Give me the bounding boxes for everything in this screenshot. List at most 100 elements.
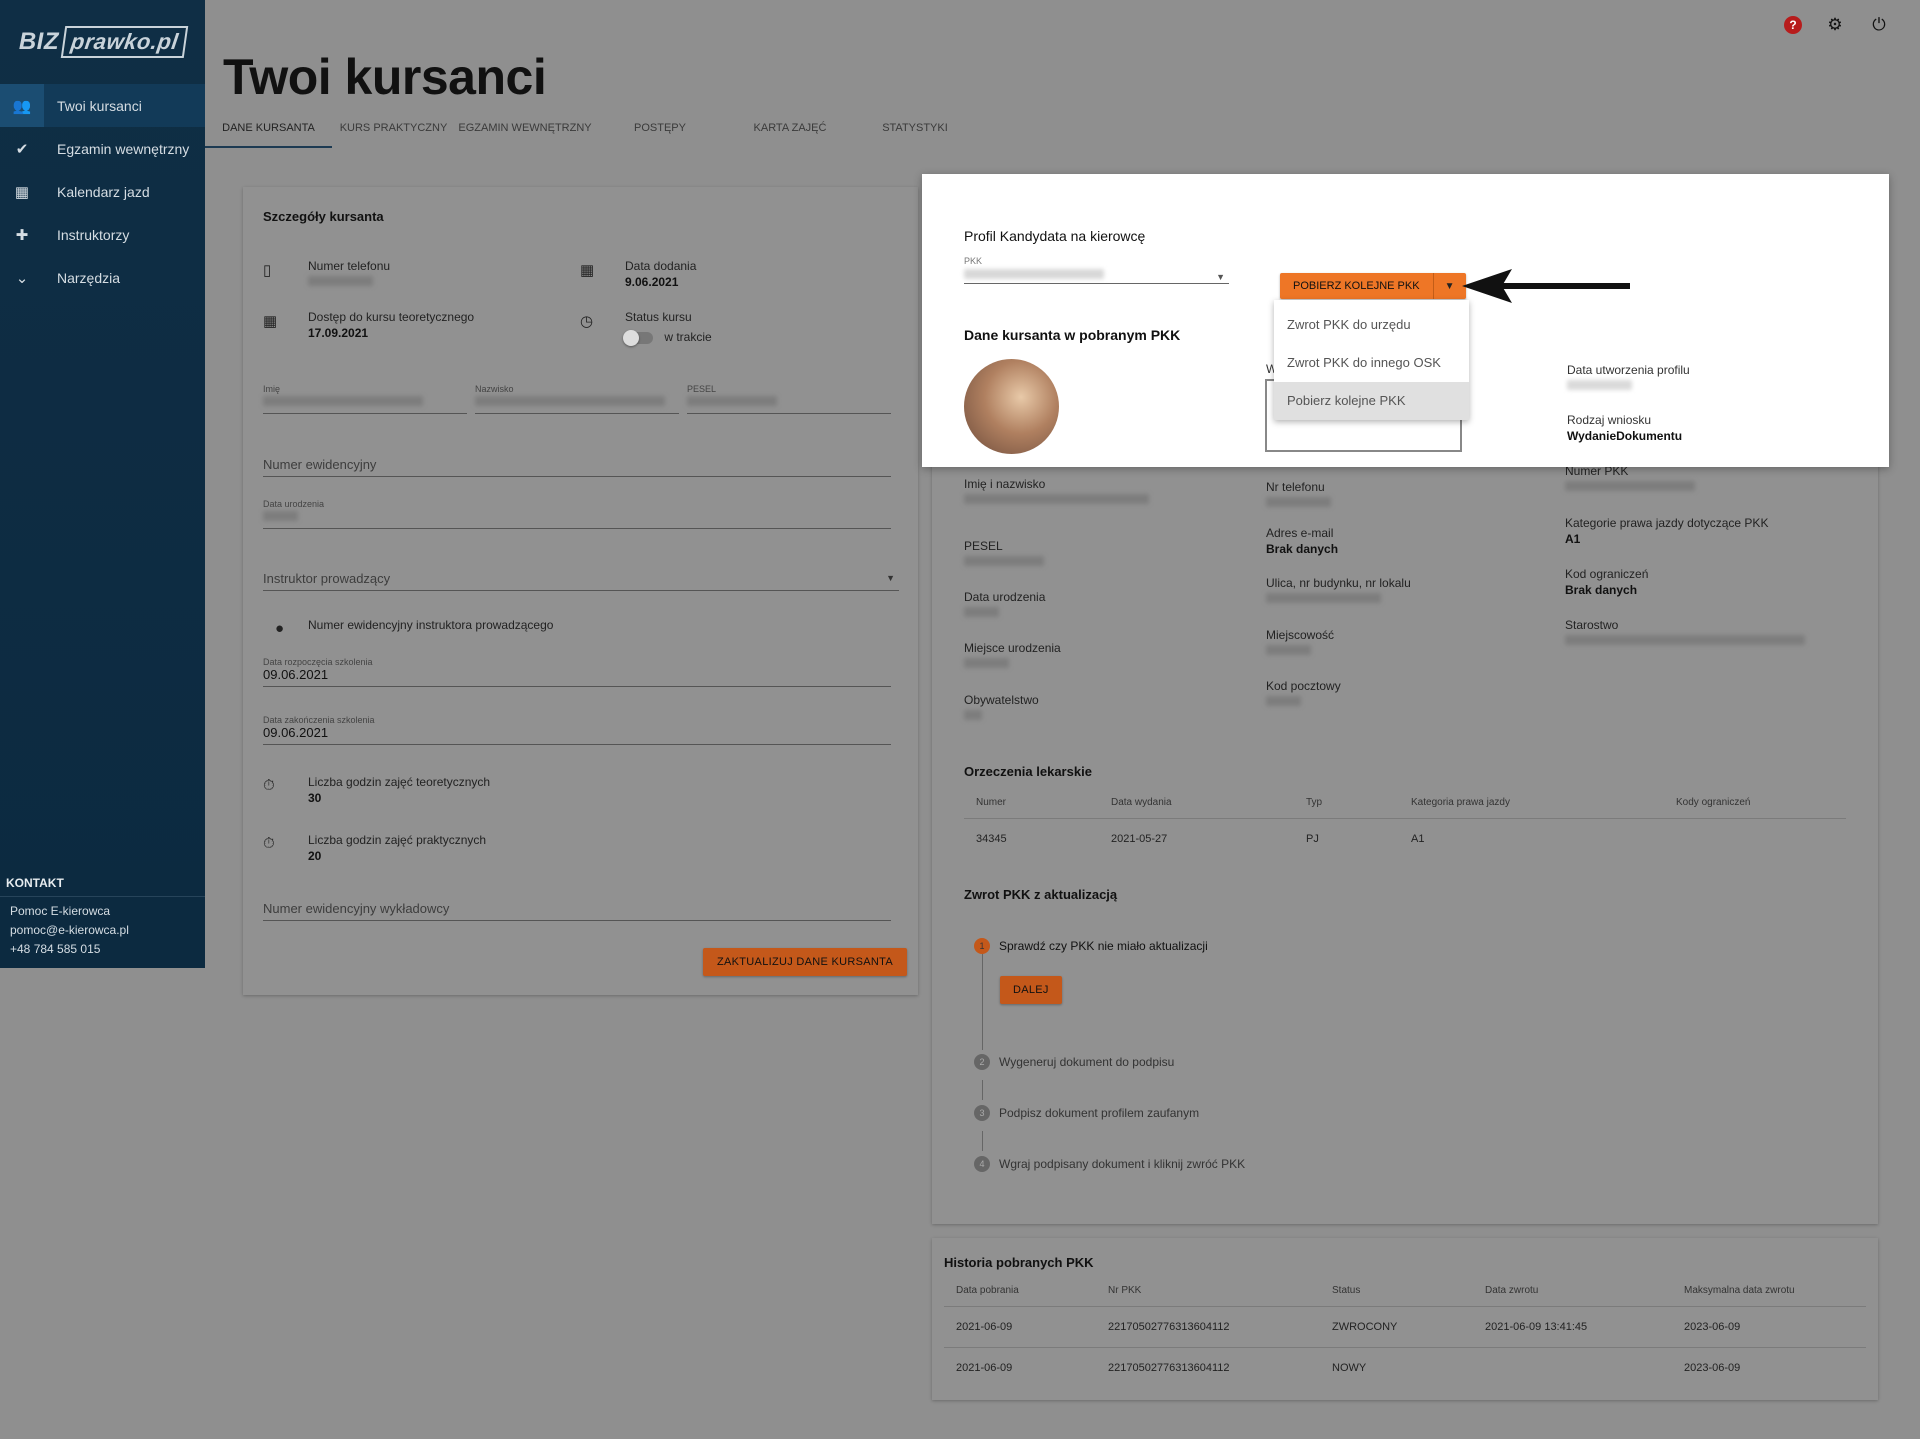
avatar xyxy=(964,359,1059,454)
step-label: Wgraj podpisany dokument i kliknij zwróć… xyxy=(999,1157,1246,1171)
dob-field[interactable]: Data urodzenia xyxy=(263,499,891,529)
menu-item-zwrot-do-urzedu[interactable]: Zwrot PKK do urzędu xyxy=(1274,306,1469,344)
instructor-nr-label: Numer ewidencyjny instruktora prowadzące… xyxy=(308,618,554,632)
history-col-header: Nr PKK xyxy=(1108,1285,1142,1296)
pkk-restriction-info: Kod ograniczeń Brak danych xyxy=(1565,567,1648,597)
sidebar-item-kalendarz[interactable]: ▦ Kalendarz jazd xyxy=(0,170,205,213)
sidebar-item-egzamin[interactable]: ✔ Egzamin wewnętrzny xyxy=(0,127,205,170)
instructor-nr-info: ● Numer ewidencyjny instruktora prowadzą… xyxy=(275,618,554,637)
theory-access-label: Dostęp do kursu teoretycznego xyxy=(308,310,475,324)
table-cell: 2021-06-09 13:41:45 xyxy=(1473,1306,1672,1348)
sidebar-item-label: Egzamin wewnętrzny xyxy=(57,140,190,157)
pkk-street-info: Ulica, nr budynku, nr lokalu xyxy=(1266,576,1411,606)
table-cell: NOWY xyxy=(1320,1347,1473,1388)
sidebar-item-twoi-kursanci[interactable]: 👥 Twoi kursanci xyxy=(0,84,205,127)
pkk-select[interactable]: PKK ▼ xyxy=(964,256,1229,284)
lecturer-nr-field[interactable]: Numer ewidencyjny wykładowcy xyxy=(263,901,891,921)
tabs: DANE KURSANTA KURS PRAKTYCZNY EGZAMIN WE… xyxy=(205,118,975,148)
top-toolbar: ? ⚙ ⏻ xyxy=(1784,14,1890,36)
first-name-label: Imię xyxy=(263,384,281,394)
sidebar-item-narzedzia[interactable]: ⌄ Narzędzia xyxy=(0,256,205,299)
history-col-header: Data pobrania xyxy=(956,1285,1019,1296)
person-check-icon: ✔ xyxy=(15,140,29,158)
table-cell xyxy=(1473,1347,1672,1388)
pkk-dob-label: Data urodzenia xyxy=(964,590,1046,604)
pobierz-kolejne-pkk-button[interactable]: POBIERZ KOLEJNE PKK xyxy=(1280,273,1434,299)
status-toggle[interactable] xyxy=(623,329,653,346)
request-type-value: WydanieDokumentu xyxy=(1567,429,1683,443)
tab-dane-kursanta[interactable]: DANE KURSANTA xyxy=(205,118,332,148)
tab-statystyki[interactable]: STATYSTYKI xyxy=(855,118,975,148)
update-student-button[interactable]: ZAKTUALIZUJ DANE KURSANTA xyxy=(703,948,907,976)
pkk-name-blurred xyxy=(964,494,1149,504)
tab-karta-zajec[interactable]: KARTA ZAJĘĆ xyxy=(725,118,855,148)
request-type-info: Rodzaj wniosku WydanieDokumentu xyxy=(1567,413,1682,443)
pkk-street-blurred xyxy=(1266,593,1381,603)
pkk-data-title: Dane kursanta w pobranym PKK xyxy=(964,327,1181,343)
table-cell: 2023-06-09 xyxy=(1672,1347,1866,1388)
table-row[interactable]: 2021-06-09 22170502776313604112 ZWROCONY… xyxy=(944,1306,1866,1348)
instructor-select[interactable]: Instruktor prowadzący ▼ xyxy=(263,571,899,591)
tab-egzamin[interactable]: EGZAMIN WEWNĘTRZNY xyxy=(455,118,595,148)
gear-icon[interactable]: ⚙ xyxy=(1824,14,1846,36)
history-card: Historia pobranych PKK Data pobrania Nr … xyxy=(932,1238,1878,1400)
student-details-card: Szczegóły kursanta ▯ Numer telefonu ▦ Da… xyxy=(243,187,918,995)
table-cell: 2021-06-09 xyxy=(944,1306,1096,1348)
logo[interactable]: BIZ prawko.pl xyxy=(0,0,205,84)
menu-item-zwrot-do-osk[interactable]: Zwrot PKK do innego OSK xyxy=(1274,344,1469,382)
stepper-line xyxy=(982,1131,983,1151)
pesel-field[interactable]: PESEL xyxy=(687,384,891,414)
stepper-line xyxy=(982,954,983,1050)
pkk-name-label: Imię i nazwisko xyxy=(964,477,1046,491)
kontakt-line: Pomoc E-kierowca xyxy=(10,904,111,918)
kontakt-email[interactable]: pomoc@e-kierowca.pl xyxy=(10,921,129,940)
pkk-pesel-blurred xyxy=(964,556,1044,566)
kontakt-info: Pomoc E-kierowca pomoc@e-kierowca.pl +48… xyxy=(10,902,129,959)
logo-right: prawko.pl xyxy=(60,26,189,58)
practice-hours-info: ⏱ Liczba godzin zajęć praktycznych 20 xyxy=(263,833,486,863)
stepper-line xyxy=(982,1080,983,1100)
sidebar-item-label: Narzędzia xyxy=(57,269,121,286)
first-name-field[interactable]: Imię xyxy=(263,384,467,414)
pkk-phone-label: Nr telefonu xyxy=(1266,480,1325,494)
nr-ewidencyjny-placeholder: Numer ewidencyjny xyxy=(263,457,377,472)
start-date-field[interactable]: Data rozpoczęcia szkolenia 09.06.2021 xyxy=(263,657,891,687)
table-row[interactable]: 2021-06-09 22170502776313604112 NOWY 202… xyxy=(944,1347,1866,1388)
next-button[interactable]: DALEJ xyxy=(1000,976,1062,1004)
last-name-field[interactable]: Nazwisko xyxy=(475,384,679,414)
pkk-birthplace-info: Miejsce urodzenia xyxy=(964,641,1061,671)
table-cell: 22170502776313604112 xyxy=(1096,1306,1320,1348)
calendar-icon: ▦ xyxy=(263,313,278,330)
menu-item-pobierz-kolejne[interactable]: Pobierz kolejne PKK xyxy=(1274,382,1469,420)
pkk-citizenship-blurred xyxy=(964,710,982,720)
table-cell: 2021-06-09 xyxy=(944,1347,1096,1388)
help-icon[interactable]: ? xyxy=(1784,16,1802,34)
end-date-field[interactable]: Data zakończenia szkolenia 09.06.2021 xyxy=(263,715,891,745)
pkk-pesel-info: PESEL xyxy=(964,539,1044,569)
sidebar-item-instruktorzy[interactable]: ✚ Instruktorzy xyxy=(0,213,205,256)
calendar-icon: ▦ xyxy=(14,183,30,201)
nr-ewidencyjny-field[interactable]: Numer ewidencyjny xyxy=(263,457,891,477)
pkk-city-info: Miejscowość xyxy=(1266,628,1334,658)
pesel-label: PESEL xyxy=(687,384,717,394)
step-number: 3 xyxy=(974,1105,990,1121)
tab-kurs-praktyczny[interactable]: KURS PRAKTYCZNY xyxy=(332,118,455,148)
power-icon[interactable]: ⏻ xyxy=(1868,14,1890,36)
page-title: Twoi kursanci xyxy=(223,49,547,105)
pkk-pesel-label: PESEL xyxy=(964,539,1003,553)
step-2: 2 Wygeneruj dokument do podpisu xyxy=(974,1054,1174,1070)
sidebar: BIZ prawko.pl 👥 Twoi kursanci ✔ Egzamin … xyxy=(0,0,205,968)
created-label: Data utworzenia profilu xyxy=(1567,363,1690,377)
last-name-blurred xyxy=(475,396,665,406)
pkk-email-info: Adres e-mail Brak danych xyxy=(1266,526,1338,556)
tab-postepy[interactable]: POSTĘPY xyxy=(595,118,725,148)
pkk-starostwo-label: Starostwo xyxy=(1565,618,1619,632)
pkk-dropdown-menu: Zwrot PKK do urzędu Zwrot PKK do innego … xyxy=(1274,300,1469,420)
status-info: ◷ Status kursu w trakcie xyxy=(580,310,712,346)
sidebar-item-label: Instruktorzy xyxy=(57,226,130,243)
dob-blurred xyxy=(263,511,298,521)
pkk-select-label: PKK xyxy=(964,256,983,266)
added-value: 9.06.2021 xyxy=(625,275,679,289)
caret-down-icon[interactable]: ▼ xyxy=(1434,273,1466,299)
step-number: 4 xyxy=(974,1156,990,1172)
